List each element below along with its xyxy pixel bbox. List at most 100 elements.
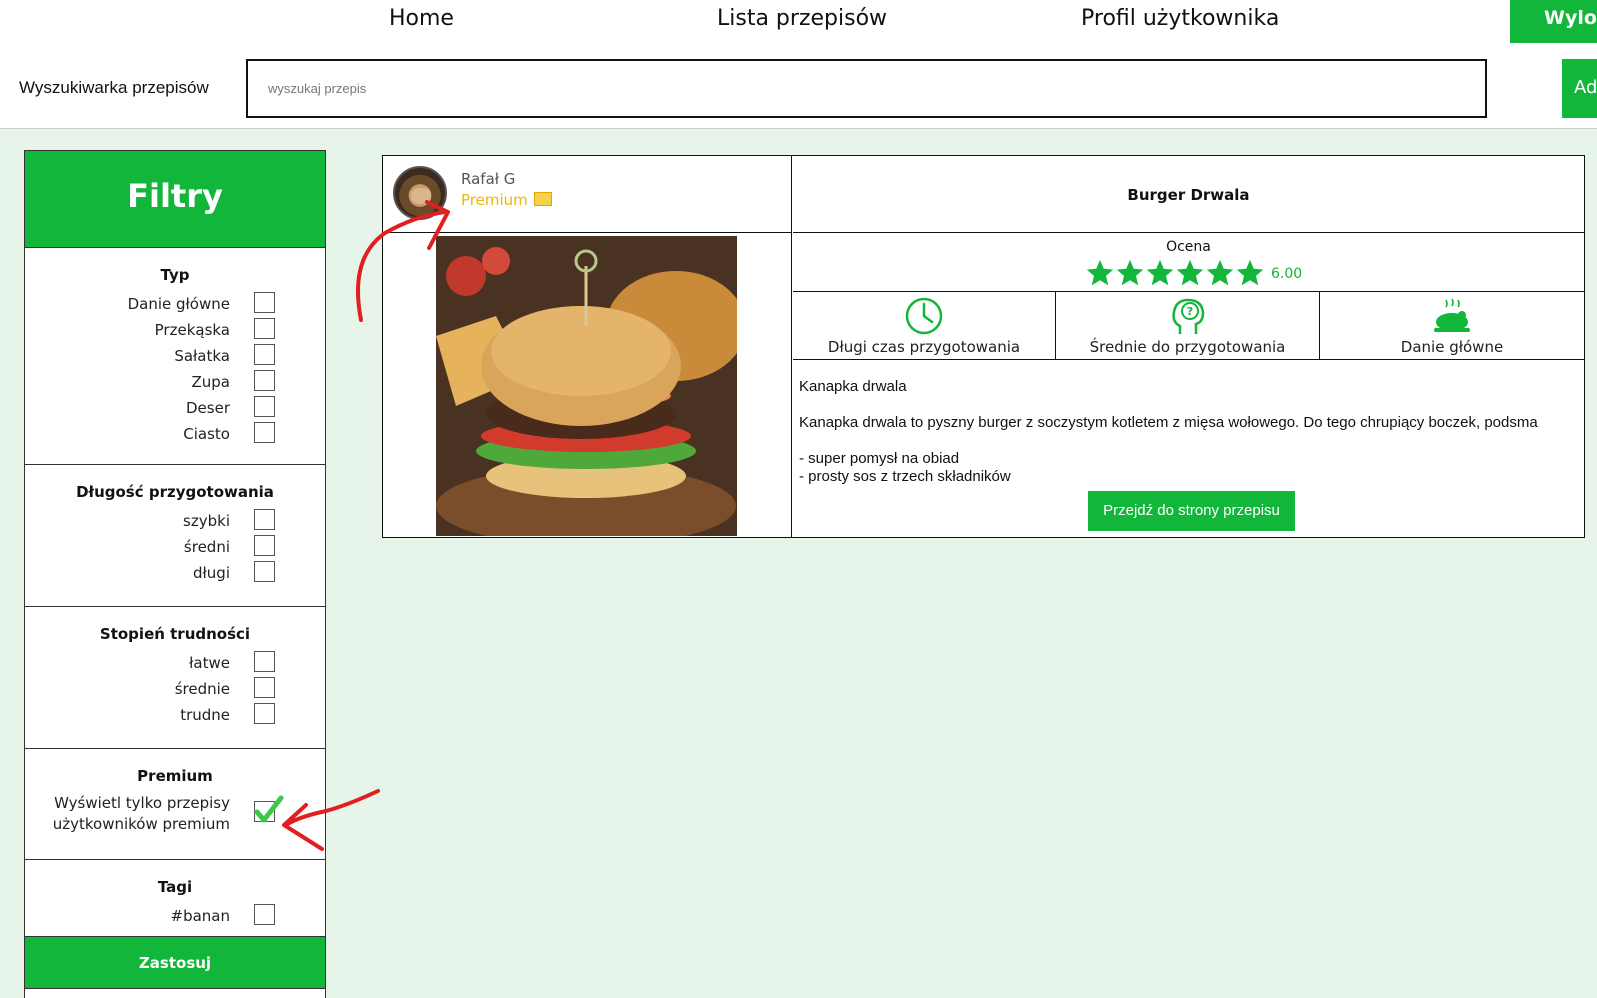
star-icon	[1176, 259, 1204, 286]
author-name[interactable]: Rafał G	[461, 170, 515, 188]
filter-option-label: Danie główne	[127, 295, 230, 313]
description-text: Kanapka drwala to pyszny burger z soczys…	[799, 414, 1538, 431]
search-bar: Wyszukiwarka przepisów Ad	[0, 45, 1597, 129]
filter-tags-title: Tagi	[157, 878, 193, 896]
filter-option: #banan	[25, 904, 325, 930]
crown-icon	[533, 192, 552, 206]
checkmark-icon	[254, 795, 284, 823]
filter-type-title: Typ	[160, 266, 190, 284]
checkbox-trudne[interactable]	[254, 703, 275, 724]
checkbox-srednie[interactable]	[254, 677, 275, 698]
description-list: - super pomysł na obiad - prosty sos z t…	[799, 450, 1011, 486]
filter-option: długi	[25, 561, 325, 587]
filter-section-type: Typ Danie główne Przekąska Sałatka Zupa …	[25, 248, 325, 465]
filter-option: Ciasto	[25, 422, 325, 448]
checkbox-przekaska[interactable]	[254, 318, 275, 339]
head-question-icon: ?	[1171, 298, 1204, 334]
filter-option-label: długi	[193, 564, 230, 582]
filters-title: Filtry	[25, 151, 325, 248]
filter-section-difficulty: Stopień trudności łatwe średnie trudne	[25, 607, 325, 749]
filters-sidebar: Filtry Typ Danie główne Przekąska Sałatk…	[24, 150, 326, 998]
top-nav: Home Lista przepisów Profil użytkownika …	[0, 0, 1597, 45]
filter-option: Deser	[25, 396, 325, 422]
logout-button[interactable]: Wylog	[1510, 0, 1597, 43]
nav-home[interactable]: Home	[389, 6, 454, 31]
list-item: - super pomysł na obiad	[799, 450, 960, 467]
info-time-label: Długi czas przygotowania	[827, 338, 1021, 356]
svg-text:?: ?	[1186, 305, 1192, 318]
avatar[interactable]	[393, 166, 447, 220]
filter-option-label: szybki	[183, 512, 230, 530]
checkbox-dlugi[interactable]	[254, 561, 275, 582]
avatar-face	[411, 188, 431, 204]
filter-option: trudne	[25, 703, 325, 729]
nav-user-profile[interactable]: Profil użytkownika	[1081, 6, 1279, 31]
author-info: Rafał G Premium	[383, 156, 791, 233]
filter-difficulty-title: Stopień trudności	[99, 625, 251, 643]
go-to-recipe-button[interactable]: Przejdź do strony przepisu	[1088, 491, 1295, 531]
checkbox-tag-banan[interactable]	[254, 904, 275, 925]
star-icon	[1086, 259, 1114, 286]
star-icon	[1236, 259, 1264, 286]
filter-option: Danie główne	[25, 292, 325, 318]
filter-option: Wyświetl tylko przepisy użytkowników pre…	[25, 793, 325, 837]
star-icon	[1116, 259, 1144, 286]
checkbox-sredni[interactable]	[254, 535, 275, 556]
premium-badge: Premium	[461, 191, 552, 209]
recipe-info-row: Długi czas przygotowania ? Średnie do pr…	[793, 292, 1584, 360]
filter-option-label: #banan	[170, 907, 231, 925]
filter-option-label: trudne	[180, 706, 230, 724]
filter-option: szybki	[25, 509, 325, 535]
search-label: Wyszukiwarka przepisów	[19, 78, 209, 97]
filter-option-label: Sałatka	[174, 347, 230, 365]
filter-duration-title: Długość przygotowania	[76, 483, 274, 501]
recipe-right-column: Burger Drwala Ocena 6.00 Długi czas przy…	[793, 156, 1584, 537]
rating-section: Ocena 6.00	[793, 233, 1584, 292]
rating-label: Ocena	[1166, 239, 1211, 255]
add-recipe-button[interactable]: Ad	[1562, 59, 1597, 118]
info-category: Danie główne	[1320, 292, 1584, 359]
filter-option: Sałatka	[25, 344, 325, 370]
star-icon	[1206, 259, 1234, 286]
burger-image	[436, 236, 737, 536]
roast-chicken-icon	[1434, 298, 1470, 332]
filter-option-label: Ciasto	[183, 425, 230, 443]
premium-badge-label: Premium	[461, 191, 528, 209]
filter-option: łatwe	[25, 651, 325, 677]
checkbox-premium-only[interactable]	[254, 795, 284, 823]
recipe-description: Kanapka drwala Kanapka drwala to pyszny …	[793, 360, 1584, 537]
filter-option-label: Przekąska	[154, 321, 230, 339]
recipe-left-column: Rafał G Premium	[383, 156, 792, 537]
rating-value: 6.00	[1271, 266, 1303, 282]
checkbox-zupa[interactable]	[254, 370, 275, 391]
filter-premium-label: Wyświetl tylko przepisy użytkowników pre…	[52, 794, 230, 833]
filter-option-label: Deser	[186, 399, 230, 417]
filter-option-label: łatwe	[189, 654, 230, 672]
apply-filters-button[interactable]: Zastosuj	[25, 936, 325, 989]
checkbox-szybki[interactable]	[254, 509, 275, 530]
recipe-card: Rafał G Premium Burger Drwala Ocena 6.00…	[382, 155, 1585, 538]
checkbox-ciasto[interactable]	[254, 422, 275, 443]
info-time: Długi czas przygotowania	[793, 292, 1056, 359]
recipe-title[interactable]: Burger Drwala	[793, 156, 1584, 233]
info-difficulty: ? Średnie do przygotowania	[1056, 292, 1320, 359]
star-icon	[1146, 259, 1174, 286]
description-title: Kanapka drwala	[799, 378, 907, 395]
filter-option-label: średni	[183, 538, 230, 556]
filter-section-duration: Długość przygotowania szybki średni dług…	[25, 465, 325, 607]
filter-premium-title: Premium	[137, 767, 213, 785]
search-input[interactable]	[246, 59, 1487, 118]
filter-option: średnie	[25, 677, 325, 703]
info-category-label: Danie główne	[1400, 338, 1504, 356]
recipe-image[interactable]	[436, 236, 737, 536]
filter-option: Przekąska	[25, 318, 325, 344]
checkbox-salatka[interactable]	[254, 344, 275, 365]
checkbox-deser[interactable]	[254, 396, 275, 417]
filter-option: średni	[25, 535, 325, 561]
rating-stars	[1085, 258, 1265, 288]
filter-section-premium: Premium Wyświetl tylko przepisy użytkown…	[25, 749, 325, 860]
checkbox-danie-glowne[interactable]	[254, 292, 275, 313]
info-difficulty-label: Średnie do przygotowania	[1089, 338, 1286, 356]
nav-recipe-list[interactable]: Lista przepisów	[717, 6, 887, 31]
checkbox-latwe[interactable]	[254, 651, 275, 672]
